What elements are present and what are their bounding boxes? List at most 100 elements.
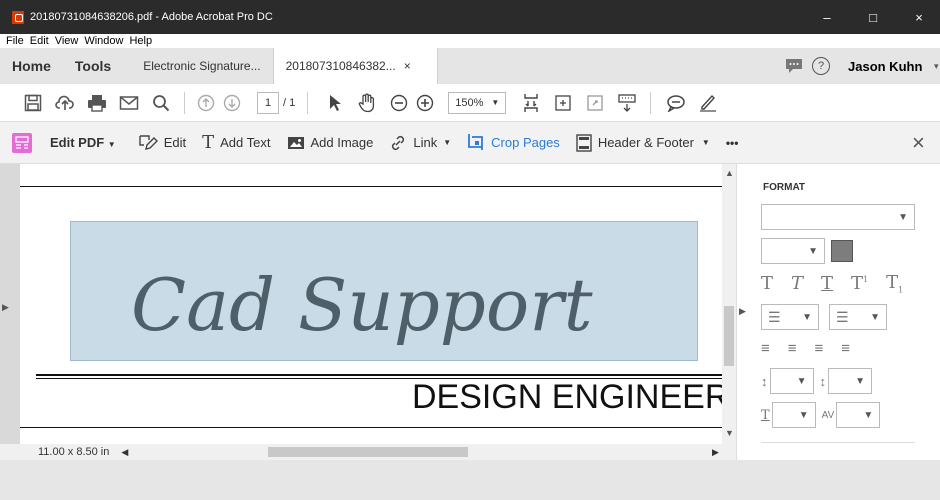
horizontal-scroll-thumb[interactable] [268,447,468,457]
chevron-down-icon: ▼ [855,375,865,387]
add-image-label: Add Image [310,135,374,150]
menu-view[interactable]: View [55,35,79,47]
format-title: FORMAT [763,182,806,193]
header-footer-label: Header & Footer [597,135,694,150]
page-number-input[interactable]: 1 [257,91,279,114]
scroll-right-icon[interactable]: ▶ [712,447,719,458]
full-screen-icon[interactable] [552,92,574,114]
chevron-down-icon: ▼ [798,409,809,421]
previous-page-icon[interactable] [195,92,217,114]
user-name[interactable]: Jason Kuhn [848,59,922,74]
zoom-in-icon[interactable] [414,92,436,114]
tab-home[interactable]: Home [0,48,63,84]
scroll-up-icon[interactable]: ▲ [725,168,734,178]
hand-tool-icon[interactable] [356,92,378,114]
close-window-button[interactable]: × [896,0,940,34]
edit-button[interactable]: Edit [138,134,186,152]
fit-page-icon[interactable] [520,92,542,114]
chevron-down-icon: ▼ [796,375,807,387]
collapse-right-panel-icon[interactable]: ▶ [739,306,746,317]
text-style-icon[interactable]: T [761,273,773,294]
email-icon[interactable] [118,92,140,114]
add-text-button[interactable]: T Add Text [202,132,270,153]
menu-edit[interactable]: Edit [30,35,49,47]
tab-document[interactable]: 201807310846382... × [272,48,438,84]
search-icon[interactable] [150,92,172,114]
signature-image[interactable]: Cad Support [70,221,698,361]
tab-close-icon[interactable]: × [404,59,411,73]
select-pointer-icon[interactable] [324,92,346,114]
edit-pdf-menu[interactable]: Edit PDF ▼ [50,135,116,150]
minimize-button[interactable]: – [804,0,850,34]
print-icon[interactable] [86,92,108,114]
horizontal-scaling-select[interactable]: ▼ [771,402,816,428]
vertical-scroll-thumb[interactable] [724,306,734,366]
vertical-scrollbar[interactable]: ▲ ▼ [722,164,736,444]
edit-pdf-icon[interactable] [12,132,32,153]
tab-document-label: 201807310846382... [285,59,396,73]
underline-icon[interactable]: T [821,273,833,294]
comment-icon[interactable] [784,58,804,77]
more-tools-icon[interactable]: ••• [726,136,739,150]
next-page-icon[interactable] [221,92,243,114]
user-chevron-down-icon[interactable]: ▾ [934,61,939,72]
tab-tools[interactable]: Tools [63,48,123,84]
character-spacing-select[interactable]: ▼ [836,402,881,428]
header-footer-button[interactable]: Header & Footer ▼ [576,133,710,152]
maximize-button[interactable]: □ [850,0,896,34]
paragraph-spacing-select[interactable]: ▼ [828,368,872,394]
align-left-icon[interactable]: ≡ [761,340,770,357]
comment-bubble-icon[interactable] [665,92,687,114]
superscript-icon[interactable]: T1 [851,273,868,294]
page-rule-line [36,374,722,376]
line-spacing-select[interactable]: ▼ [769,368,814,394]
subscript-icon[interactable]: T1 [886,272,903,295]
edit-pdf-label: Edit PDF [50,135,105,150]
read-mode-icon[interactable] [584,92,606,114]
upload-cloud-icon[interactable] [54,92,76,114]
crop-pages-button[interactable]: Crop Pages [467,133,560,153]
acrobat-logo-icon [12,10,24,24]
menu-window[interactable]: Window [84,35,123,47]
align-right-icon[interactable]: ≡ [815,340,824,357]
bullet-list-select[interactable]: ☰ ▼ [761,304,819,330]
link-button[interactable]: Link ▼ [389,134,451,152]
zoom-level-value: 150% [455,96,484,109]
menu-file[interactable]: File [6,35,24,47]
text-color-swatch[interactable] [831,240,853,262]
scroll-left-icon[interactable]: ◀ [121,447,128,458]
status-bar: 11.00 x 8.50 in ◀ ▶ [0,444,736,460]
menu-help[interactable]: Help [129,35,152,47]
zoom-out-icon[interactable] [388,92,410,114]
numbered-list-select[interactable]: ☰ ▼ [829,304,887,330]
zoom-level-select[interactable]: 150% ▼ [448,91,507,114]
italic-icon[interactable]: T [791,273,803,294]
add-image-button[interactable]: Add Image [287,135,374,151]
scroll-down-icon[interactable]: ▼ [725,428,734,438]
link-label: Link [413,135,438,150]
font-size-select[interactable]: ▼ [761,238,825,264]
text-t-icon: T [202,132,215,153]
toolbar-divider [184,91,185,114]
help-icon[interactable]: ? [812,57,830,75]
save-icon[interactable] [22,92,44,114]
document-viewport[interactable]: ▶ Cad Support DESIGN ENGINEER ▲ ▼ 11.00 … [0,164,736,460]
sign-pen-icon[interactable] [697,92,719,114]
toolbar-divider [307,91,309,114]
keyboard-icon[interactable] [616,92,638,114]
justify-icon[interactable]: ≡ [841,340,850,357]
chevron-down-icon: ▼ [863,409,874,421]
line-spacing-icon: ↕ [761,373,768,389]
tab-electronic-signature[interactable]: Electronic Signature... [131,48,272,84]
page-rule-line [20,427,722,428]
align-center-icon[interactable]: ≡ [788,340,797,357]
numbered-list-icon: ☰ [836,308,849,325]
chevron-down-icon: ▼ [107,140,116,149]
font-family-select[interactable]: ▼ [761,204,915,230]
close-edit-toolbar-icon[interactable]: × [912,130,925,156]
page-total: / 1 [283,96,296,109]
pdf-page: Cad Support DESIGN ENGINEER [20,164,722,444]
left-panel-toggle-icon[interactable]: ▶ [2,302,9,313]
chevron-down-icon: ▼ [443,138,452,147]
chevron-down-icon: ▼ [898,211,908,223]
